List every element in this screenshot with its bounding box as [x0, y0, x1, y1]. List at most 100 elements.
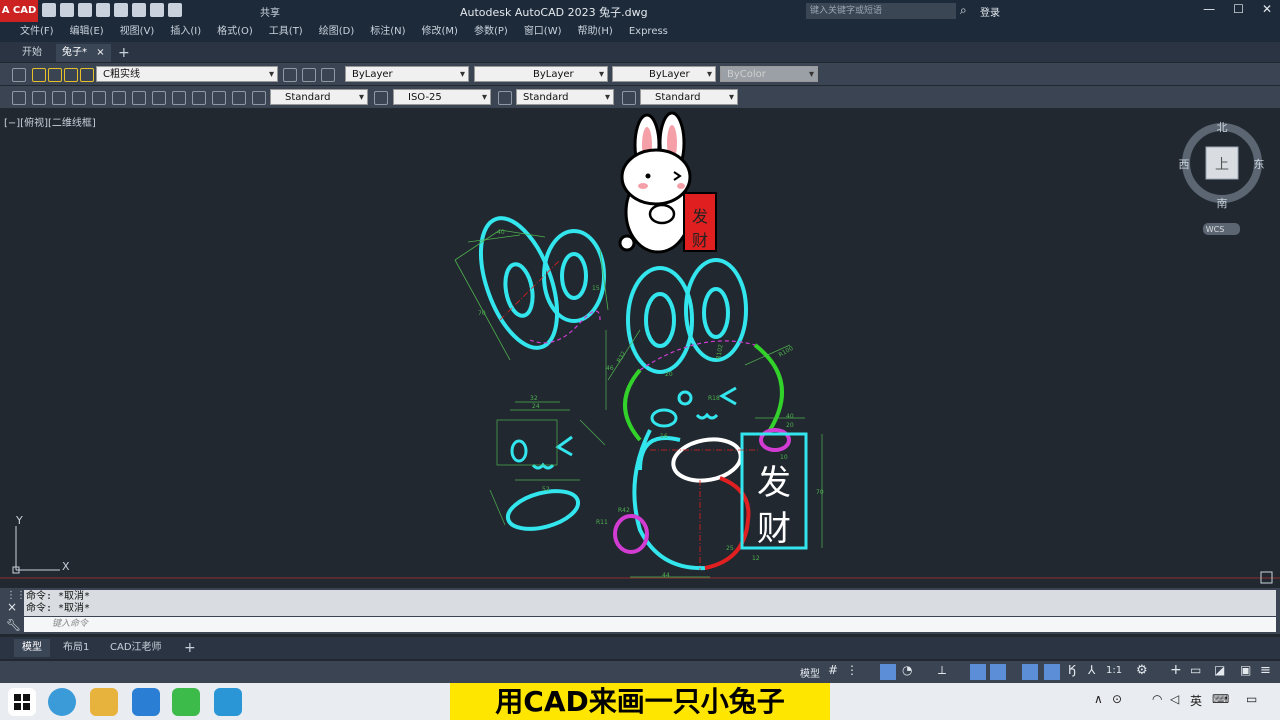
baseline-dim-icon[interactable] — [192, 91, 206, 105]
minimize-icon[interactable]: — — [1203, 2, 1215, 16]
ortho-icon[interactable] — [880, 664, 896, 680]
text-style-dropdown[interactable]: Standard — [270, 89, 368, 106]
tab-start[interactable]: 开始 — [16, 44, 48, 62]
undo-icon[interactable] — [150, 3, 164, 17]
arc-dim-icon[interactable] — [52, 91, 66, 105]
windows-start-icon[interactable] — [8, 688, 36, 716]
layer-previous-icon[interactable] — [321, 68, 335, 82]
table-style-dropdown[interactable]: Standard — [516, 89, 614, 106]
tab-close-icon[interactable]: × — [96, 47, 104, 58]
menu-item[interactable]: 文件(F) — [12, 22, 62, 42]
login-button[interactable]: 登录 — [980, 4, 1000, 19]
close-icon[interactable]: ✕ — [1262, 2, 1272, 16]
maximize-icon[interactable]: ☐ — [1233, 2, 1244, 16]
save-icon[interactable] — [78, 3, 92, 17]
save-as-icon[interactable] — [96, 3, 110, 17]
tab-model[interactable]: 模型 — [14, 639, 50, 657]
customization-menu-icon[interactable]: ≡ — [1260, 663, 1271, 678]
quick-dim-icon[interactable] — [172, 91, 186, 105]
keyboard-icon[interactable]: ⌨ — [1212, 692, 1229, 706]
drawing-canvas[interactable]: 发 财 40 70 15 24 32 52 R32 R18 R100 20 R1… — [0, 110, 1280, 585]
capture-app-icon[interactable] — [214, 688, 242, 716]
search-input[interactable]: 键入关键字或短语 — [806, 3, 956, 19]
layer-color-icon[interactable] — [80, 68, 94, 82]
plot-icon[interactable] — [132, 3, 146, 17]
color-dropdown[interactable]: ByLayer — [345, 66, 469, 83]
workspace-gear-icon[interactable]: ⚙ — [1136, 663, 1148, 678]
file-explorer-icon[interactable] — [90, 688, 118, 716]
angular-dim-icon[interactable] — [152, 91, 166, 105]
layer-freeze-icon[interactable] — [48, 68, 62, 82]
edge-browser-icon[interactable] — [48, 688, 76, 716]
annotation-monitor-icon[interactable]: + — [1170, 662, 1182, 678]
diameter-dim-icon[interactable] — [132, 91, 146, 105]
viewcube-south[interactable]: 南 — [1217, 197, 1228, 210]
layer-on-icon[interactable] — [32, 68, 46, 82]
model-space-toggle[interactable]: 模型 — [800, 665, 820, 680]
menu-item[interactable]: 工具(T) — [261, 22, 311, 42]
grid-icon[interactable]: # — [828, 663, 838, 677]
tab-layout1[interactable]: 布局1 — [55, 639, 97, 657]
new-tab-button[interactable]: + — [112, 44, 136, 62]
viewcube-top-face[interactable]: 上 — [1215, 157, 1229, 173]
aligned-dim-icon[interactable] — [32, 91, 46, 105]
wechat-icon[interactable] — [172, 688, 200, 716]
continue-dim-icon[interactable] — [212, 91, 226, 105]
object-snap-icon[interactable] — [990, 664, 1006, 680]
dim-style-icon[interactable] — [374, 91, 388, 105]
menu-item[interactable]: 绘图(D) — [311, 22, 363, 42]
menu-item[interactable]: 视图(V) — [112, 22, 163, 42]
add-layout-button[interactable]: + — [176, 639, 204, 657]
fullscreen-icon[interactable]: ▣ — [1240, 663, 1251, 677]
viewcube-west[interactable]: 西 — [1179, 158, 1190, 171]
share-button[interactable]: 共享 — [260, 4, 280, 19]
viewport-controls[interactable]: [−][俯视][二维线框] — [4, 114, 96, 129]
transparency-icon[interactable] — [1044, 664, 1060, 680]
snap-icon[interactable]: ⋮ — [846, 663, 858, 677]
annotation-scale-value[interactable]: 1:1 — [1106, 665, 1122, 676]
new-file-icon[interactable] — [42, 3, 56, 17]
table-style-icon[interactable] — [498, 91, 512, 105]
input-method-indicator[interactable]: 英 — [1190, 692, 1202, 709]
make-current-layer-icon[interactable] — [283, 68, 297, 82]
draw-line-icon[interactable] — [12, 91, 26, 105]
volume-icon[interactable]: ◁ — [1170, 692, 1179, 706]
object-snap-tracking-icon[interactable] — [970, 664, 986, 680]
menu-item[interactable]: 标注(N) — [362, 22, 413, 42]
text-style-icon[interactable] — [252, 91, 266, 105]
annotation-scale-icon[interactable]: ⅄ — [1088, 663, 1095, 677]
menu-item[interactable]: 帮助(H) — [570, 22, 621, 42]
web-mobile-icon[interactable] — [114, 3, 128, 17]
tray-overflow-icon[interactable]: ∧ — [1094, 692, 1103, 706]
network-icon[interactable]: ◠ — [1152, 692, 1162, 706]
layer-lock-icon[interactable] — [64, 68, 78, 82]
menu-item[interactable]: 编辑(E) — [62, 22, 112, 42]
notification-icon[interactable]: ▭ — [1246, 692, 1257, 706]
dim-style-dropdown[interactable]: ISO-25 — [393, 89, 491, 106]
qq-browser-icon[interactable] — [132, 688, 160, 716]
tolerance-icon[interactable] — [232, 91, 246, 105]
tab-rabbit-drawing[interactable]: 兔子* × — [56, 44, 111, 62]
menu-item[interactable]: 窗口(W) — [516, 22, 570, 42]
menu-item[interactable]: Express — [621, 22, 676, 42]
radius-dim-icon[interactable] — [92, 91, 106, 105]
viewcube-north[interactable]: 北 — [1217, 121, 1228, 134]
layer-dropdown[interactable]: C粗实线 — [96, 66, 278, 83]
menu-item[interactable]: 参数(P) — [466, 22, 516, 42]
jogged-dim-icon[interactable] — [112, 91, 126, 105]
menu-item[interactable]: 格式(O) — [209, 22, 261, 42]
mleader-style-icon[interactable] — [622, 91, 636, 105]
layer-properties-icon[interactable] — [12, 68, 26, 82]
annotation-visibility-icon[interactable]: Ӄ — [1068, 663, 1076, 677]
command-input[interactable]: 键入命令 — [24, 617, 1276, 632]
tab-cad-teacher[interactable]: CAD江老师 — [102, 639, 170, 657]
application-menu-button[interactable]: A CAD — [0, 0, 38, 22]
viewcube-east[interactable]: 东 — [1254, 158, 1265, 171]
menu-item[interactable]: 修改(M) — [414, 22, 466, 42]
redo-icon[interactable] — [168, 3, 182, 17]
search-icon[interactable]: ⌕ — [960, 3, 967, 18]
layer-match-icon[interactable] — [302, 68, 316, 82]
mleader-style-dropdown[interactable]: Standard — [640, 89, 738, 106]
microphone-icon[interactable]: ⊙ — [1112, 692, 1122, 706]
close-command-icon[interactable]: × — [7, 600, 17, 614]
